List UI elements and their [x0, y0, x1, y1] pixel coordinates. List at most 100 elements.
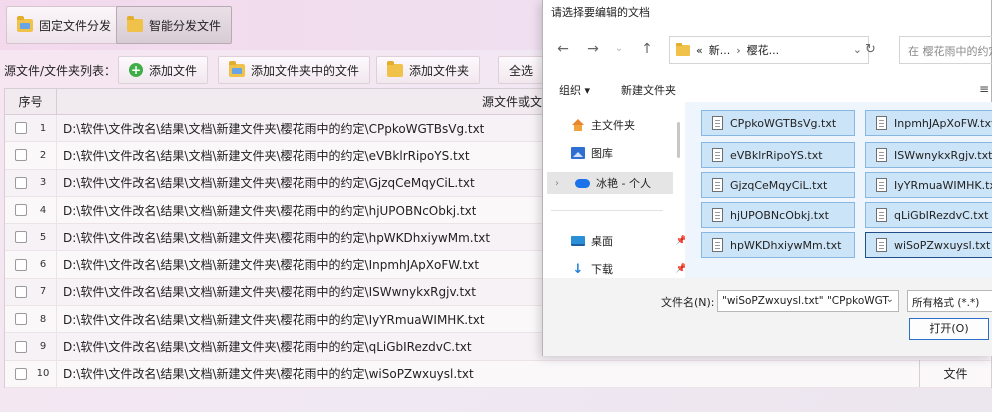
file-item[interactable]: wiSoPZwxuysl.txt [865, 232, 992, 258]
organize-button[interactable]: 组织 ▾ [559, 82, 590, 98]
expand-chevron-icon[interactable]: › [555, 178, 559, 189]
cloud-icon [575, 178, 590, 188]
file-item[interactable]: hpWKDhxiywMm.txt [701, 232, 855, 258]
command-bar: 组织 ▾ 新建文件夹 ≡ [543, 76, 992, 102]
file-item-label: ISWwnykxRgjv.txt [894, 148, 992, 162]
row-path: D:\软件\文件改名\结果\文档\新建文件夹\樱花雨中的约定\hpWKDhxiy… [63, 230, 491, 245]
smart-distribution-label: 智能分发文件 [149, 18, 222, 33]
nav-item-onedrive[interactable]: › 冰艳 - 个人 [547, 172, 673, 194]
text-file-icon [876, 178, 887, 192]
row-path: D:\软件\文件改名\结果\文档\新建文件夹\樱花雨中的约定\hjUPOBNcO… [63, 203, 477, 218]
new-folder-button[interactable]: 新建文件夹 [621, 82, 676, 98]
add-files-in-folder-label: 添加文件夹中的文件 [251, 63, 360, 78]
nav-item-downloads-label: 下载 [591, 263, 613, 276]
row-checkbox[interactable] [15, 176, 27, 189]
filename-dropdown-chevron-icon[interactable]: ⌄ [886, 294, 894, 305]
folder-icon [127, 15, 143, 32]
text-file-icon [876, 208, 887, 222]
view-options-icon[interactable]: ≡ [979, 82, 989, 96]
file-type-select[interactable]: 所有格式 (*.*) [907, 290, 992, 312]
file-item[interactable]: ISWwnykxRgjv.txt [865, 142, 992, 168]
add-file-label: 添加文件 [149, 63, 198, 78]
row-index: 5 [39, 231, 47, 243]
file-item-label: hjUPOBNcObkj.txt [730, 208, 829, 222]
smart-distribution-tab[interactable]: 智能分发文件 [116, 6, 233, 44]
nav-item-downloads[interactable]: ↓ 下载 📌 [571, 258, 697, 280]
row-index: 4 [39, 204, 47, 216]
file-item[interactable]: IyYRmuaWIMHK.txt [865, 172, 992, 198]
gallery-icon [571, 147, 585, 159]
file-item-label: InpmhJApXoFW.txt [894, 116, 992, 130]
file-item[interactable]: eVBklrRipoYS.txt [701, 142, 855, 168]
row-checkbox[interactable] [15, 122, 27, 135]
nav-item-pictures[interactable]: 图库 [571, 142, 697, 164]
filename-input[interactable]: "wiSoPZwxuysl.txt" "CPpkoWGT ⌄ [717, 290, 899, 312]
nav-divider [551, 210, 663, 211]
dialog-navigation-bar: ← → ⌄ ↑ « 新... › 樱花... ⌄ ↻ 在 樱花雨中的约定 [543, 32, 992, 68]
file-item-label: eVBklrRipoYS.txt [730, 148, 823, 162]
file-item[interactable]: InpmhJApXoFW.txt [865, 110, 992, 136]
file-item-label: wiSoPZwxuysl.txt [894, 238, 991, 252]
text-file-icon [712, 178, 723, 192]
refresh-icon[interactable]: ↻ [865, 42, 876, 57]
nav-item-onedrive-label: 冰艳 - 个人 [596, 177, 651, 190]
row-checkbox[interactable] [15, 149, 27, 162]
open-button[interactable]: 打开(O) [909, 318, 989, 340]
folder-plus-icon [387, 60, 403, 77]
row-index: 1 [39, 122, 47, 134]
address-segment-1[interactable]: 新... [709, 42, 731, 58]
file-item[interactable]: qLiGbIRezdvC.txt [865, 202, 992, 228]
recent-locations-chevron-icon[interactable]: ⌄ [611, 43, 627, 54]
folder-icon [676, 42, 690, 56]
address-bar[interactable]: « 新... › 樱花... ⌄ [669, 36, 869, 64]
row-path: D:\软件\文件改名\结果\文档\新建文件夹\樱花雨中的约定\ISWwnykxR… [63, 285, 476, 300]
row-type-cell: 文件 [919, 360, 991, 387]
row-checkbox[interactable] [15, 204, 27, 217]
file-item-label: hpWKDhxiywMm.txt [730, 238, 842, 252]
file-open-dialog: 请选择要编辑的文档 ← → ⌄ ↑ « 新... › 樱花... ⌄ ↻ 在 樱… [542, 0, 992, 356]
address-overflow[interactable]: « [696, 44, 703, 57]
source-list-label: 源文件/文件夹列表： [4, 64, 117, 78]
up-arrow-icon[interactable]: ↑ [639, 41, 655, 57]
row-path: D:\软件\文件改名\结果\文档\新建文件夹\樱花雨中的约定\wiSoPZwxu… [63, 367, 474, 382]
nav-item-home[interactable]: 主文件夹 [571, 114, 697, 136]
address-dropdown-chevron-icon[interactable]: ⌄ [853, 43, 862, 56]
add-folder-label: 添加文件夹 [409, 63, 470, 78]
table-row[interactable]: 10 D:\软件\文件改名\结果\文档\新建文件夹\樱花雨中的约定\wiSoPZw… [5, 360, 991, 388]
text-file-icon [712, 208, 723, 222]
file-item-label: qLiGbIRezdvC.txt [894, 208, 989, 222]
row-checkbox[interactable] [15, 231, 27, 244]
row-index: 8 [39, 313, 47, 325]
fixed-distribution-tab[interactable]: 固定文件分发 [6, 6, 123, 44]
row-path: D:\软件\文件改名\结果\文档\新建文件夹\樱花雨中的约定\IyYRmuaWI… [63, 312, 485, 327]
index-column-header[interactable]: 序号 [5, 89, 57, 115]
row-checkbox[interactable] [15, 367, 27, 380]
nav-item-pictures-label: 图库 [591, 147, 613, 160]
download-icon: ↓ [572, 261, 584, 277]
file-item[interactable]: hjUPOBNcObkj.txt [701, 202, 855, 228]
row-checkbox[interactable] [15, 285, 27, 298]
text-file-icon [712, 148, 723, 162]
filename-value: "wiSoPZwxuysl.txt" "CPpkoWGT [722, 295, 889, 307]
row-index: 6 [39, 259, 47, 271]
search-input[interactable]: 在 樱花雨中的约定 [899, 36, 992, 64]
back-arrow-icon[interactable]: ← [555, 41, 571, 57]
forward-arrow-icon[interactable]: → [585, 41, 601, 57]
file-item[interactable]: GjzqCeMqyCiL.txt [701, 172, 855, 198]
row-checkbox[interactable] [15, 258, 27, 271]
row-path: D:\软件\文件改名\结果\文档\新建文件夹\樱花雨中的约定\qLiGbIRez… [63, 340, 472, 355]
text-file-icon [712, 238, 723, 252]
file-item-label: CPpkoWGTBsVg.txt [730, 116, 837, 130]
fixed-distribution-label: 固定文件分发 [39, 18, 112, 33]
row-checkbox[interactable] [15, 313, 27, 326]
nav-item-desktop[interactable]: 桌面 📌 [571, 230, 697, 252]
add-folder-button[interactable]: 添加文件夹 [376, 56, 481, 84]
row-checkbox[interactable] [15, 340, 27, 353]
add-file-button[interactable]: + 添加文件 [118, 56, 209, 84]
file-item-label: IyYRmuaWIMHK.txt [894, 178, 992, 192]
add-files-in-folder-button[interactable]: 添加文件夹中的文件 [218, 56, 371, 84]
file-list-pane: CPpkoWGTBsVg.txt InpmhJApXoFW.txt eVBklr… [685, 102, 992, 278]
row-index: 10 [36, 368, 50, 380]
file-item[interactable]: CPpkoWGTBsVg.txt [701, 110, 855, 136]
address-segment-2[interactable]: 樱花... [747, 42, 780, 58]
